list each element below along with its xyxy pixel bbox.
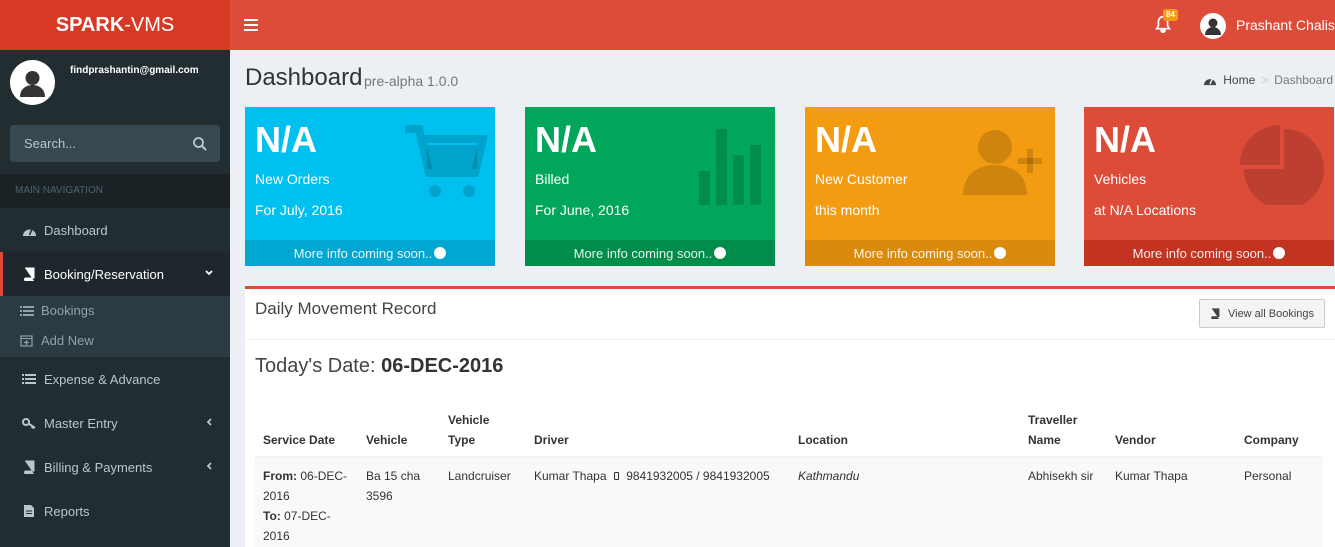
book-icon: [1211, 308, 1220, 319]
calendar-plus-icon: [20, 334, 35, 348]
sidebar-item-billing[interactable]: Billing & Payments: [0, 445, 230, 489]
divider: [245, 339, 1335, 340]
box-label: Billed: [535, 171, 570, 187]
box-value: N/A: [535, 119, 597, 160]
panel-title: Daily Movement Record: [255, 299, 437, 318]
driver-cell: Kumar Thapa 9841932005 / 9841932005: [526, 457, 790, 547]
location-cell: Kathmandu: [790, 457, 1020, 547]
sidebar-item-expense[interactable]: Expense & Advance: [0, 357, 230, 401]
list-icon: [20, 304, 35, 318]
bar-chart-icon: [699, 129, 761, 205]
page-title: Dashboard: [245, 64, 363, 91]
sidebar-toggle-icon[interactable]: [244, 16, 258, 34]
book-icon: [21, 266, 37, 282]
file-icon: [21, 503, 37, 519]
column-header[interactable]: Vehicle: [358, 404, 440, 458]
phone-icon: [613, 472, 619, 480]
box-value: N/A: [1094, 119, 1156, 160]
column-header[interactable]: Vendor: [1107, 404, 1236, 458]
list-icon: [21, 371, 37, 387]
box-period: For July, 2016: [255, 202, 343, 218]
shopping-cart-icon: [405, 125, 487, 197]
chevron-left-icon: [206, 462, 212, 470]
box-label: Vehicles: [1094, 171, 1147, 187]
sidebar-item-dashboard[interactable]: Dashboard: [0, 208, 230, 252]
sidebar-subitem-bookings[interactable]: Bookings: [20, 303, 94, 318]
column-header[interactable]: Location: [790, 404, 1020, 458]
sidebar-item-reports[interactable]: Reports: [0, 489, 230, 533]
nav-header: MAIN NAVIGATION: [0, 174, 230, 208]
box-label: New Orders: [255, 171, 330, 187]
arrow-circle-right-icon: [714, 247, 727, 259]
vehicle-cell: Ba 15 cha 3596: [358, 457, 440, 547]
key-icon: [21, 415, 37, 431]
table-header-row: Service Date Vehicle Vehicle Type Driver…: [255, 404, 1323, 458]
info-box-new-customer: N/A New Customer this month More info co…: [805, 107, 1055, 266]
user-name[interactable]: Prashant Chalise: [1236, 17, 1335, 33]
notification-badge: 84: [1163, 9, 1178, 21]
chevron-left-icon: [206, 418, 212, 426]
column-header[interactable]: Driver: [526, 404, 790, 458]
page-subtitle: pre-alpha 1.0.0: [364, 73, 459, 89]
user-plus-icon: [963, 130, 1042, 195]
table-row[interactable]: From: 06-DEC-2016 To: 07-DEC-2016 Ba 15 c…: [255, 457, 1323, 547]
breadcrumb-home[interactable]: Home: [1223, 73, 1255, 87]
box-period: this month: [815, 202, 880, 218]
user-email: findprashantin@gmail.com: [70, 65, 199, 76]
sidebar: findprashantin@gmail.com MAIN NAVIGATION…: [0, 50, 230, 547]
breadcrumb: Home > Dashboard: [1203, 73, 1333, 87]
column-header[interactable]: Vehicle Type: [440, 404, 526, 458]
dashboard-icon: [21, 222, 37, 238]
traveller-cell: Abhisekh sir: [1020, 457, 1107, 547]
book-icon: [21, 459, 37, 475]
vendor-cell: Kumar Thapa: [1107, 457, 1236, 547]
info-box-billed: N/A Billed For June, 2016 More info comi…: [525, 107, 775, 266]
vehicle-type-cell: Landcruiser: [440, 457, 526, 547]
daily-movement-panel: Daily Movement Record View all Bookings …: [245, 286, 1335, 547]
search-input[interactable]: [10, 125, 180, 162]
user-avatar[interactable]: [1200, 13, 1226, 39]
box-period: For June, 2016: [535, 202, 630, 218]
breadcrumb-separator: >: [1261, 73, 1269, 87]
info-box-vehicles: N/A Vehicles at N/A Locations More info …: [1084, 107, 1334, 266]
box-footer-link[interactable]: More info coming soon..: [525, 240, 775, 266]
chevron-down-icon: [205, 270, 213, 276]
today-date: Today's Date: 06-DEC-2016: [255, 355, 504, 377]
service-date-cell: From: 06-DEC-2016 To: 07-DEC-2016: [255, 457, 358, 547]
arrow-circle-right-icon: [434, 247, 447, 259]
search-icon[interactable]: [192, 136, 208, 152]
sidebar-subitem-add-new[interactable]: Add New: [20, 333, 94, 348]
top-navbar: 84 Prashant Chalise: [230, 0, 1335, 50]
column-header[interactable]: Service Date: [255, 404, 358, 458]
box-period: at N/A Locations: [1094, 202, 1196, 218]
arrow-circle-right-icon: [1273, 247, 1286, 259]
sidebar-avatar: [10, 60, 55, 105]
movement-table: Service Date Vehicle Vehicle Type Driver…: [255, 404, 1323, 547]
box-footer-link[interactable]: More info coming soon..: [805, 240, 1055, 266]
info-box-new-orders: N/A New Orders For July, 2016 More info …: [245, 107, 495, 266]
booking-submenu: Bookings Add New: [0, 296, 230, 357]
box-footer-link[interactable]: More info coming soon..: [245, 240, 495, 266]
box-footer-link[interactable]: More info coming soon..: [1084, 240, 1334, 266]
sidebar-item-master-entry[interactable]: Master Entry: [0, 401, 230, 445]
box-value: N/A: [255, 119, 317, 160]
app-logo[interactable]: SPARK -VMS: [0, 0, 230, 50]
company-cell: Personal: [1236, 457, 1323, 547]
view-all-bookings-button[interactable]: View all Bookings: [1198, 299, 1325, 328]
column-header[interactable]: Company: [1236, 404, 1323, 458]
sidebar-item-booking[interactable]: Booking/Reservation: [0, 252, 230, 296]
box-value: N/A: [815, 119, 877, 160]
sidebar-search: [10, 125, 220, 162]
box-label: New Customer: [815, 171, 908, 187]
breadcrumb-current: Dashboard: [1274, 73, 1333, 87]
dashboard-icon: [1204, 78, 1217, 86]
column-header[interactable]: Traveller Name: [1020, 404, 1107, 458]
arrow-circle-right-icon: [994, 247, 1007, 259]
pie-chart-icon: [1240, 125, 1324, 205]
